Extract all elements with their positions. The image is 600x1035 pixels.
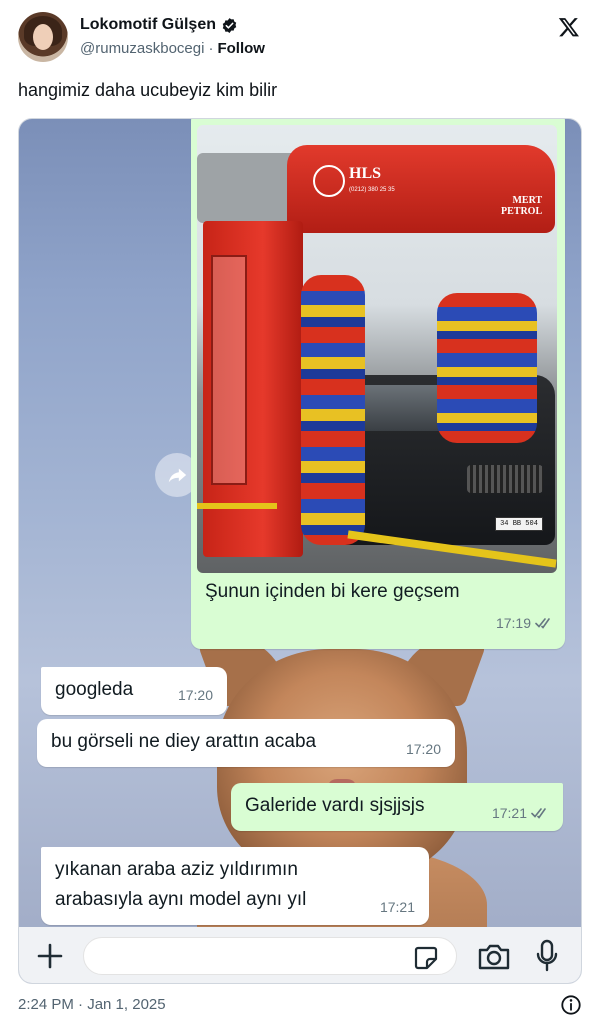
photo-sign-line2: PETROL [501,206,543,217]
brand-logo-icon [313,165,345,197]
message-text: googleda [55,679,134,700]
double-check-icon [535,618,550,629]
separator-dot: · [208,40,214,57]
author-name-row: Lokomotif Gülşen [80,16,238,34]
author-handle[interactable]: @rumuzaskbocegi [80,40,204,57]
message-time: 17:20 [405,741,441,757]
outgoing-message[interactable]: Galeride vardı sjsjjsjs 17:21 [231,783,563,831]
handle-row: @rumuzaskbocegi · Follow [80,40,265,57]
message-text-line1: yıkanan araba aziz yıldırımın [55,859,298,880]
photo-sign: MERT PETROL [501,195,542,217]
incoming-message[interactable]: yıkanan araba aziz yıldırımın arabasıyla… [41,847,429,925]
message-time-text: 17:21 [491,805,527,821]
car-wash-photo[interactable]: HLS (0212) 380 25 35 MERT PETROL 34 BB 5… [197,125,557,573]
forward-icon [168,468,187,483]
photo-phone-text: (0212) 380 25 35 [349,187,395,193]
message-time-text: 17:19 [495,615,531,631]
incoming-message[interactable]: googleda 17:20 [41,667,227,715]
message-text: Galeride vardı sjsjjsjs [245,795,425,816]
outgoing-image-message[interactable]: HLS (0212) 380 25 35 MERT PETROL 34 BB 5… [191,119,565,649]
mic-icon[interactable] [535,939,559,973]
verified-icon [222,17,237,33]
author-display-name[interactable]: Lokomotif Gülşen [80,16,216,34]
tweet-header: Lokomotif Gülşen @rumuzaskbocegi · Follo… [18,12,584,68]
message-text-line2: arabasıyla aynı model aynı yıl [55,889,307,910]
tweet-media[interactable]: HLS (0212) 380 25 35 MERT PETROL 34 BB 5… [18,118,582,984]
license-plate: 34 BB 504 [495,517,543,531]
message-text: bu görseli ne diey arattın acaba [51,731,317,752]
message-input-bar [19,927,581,983]
photo-sign-line1: MERT [512,195,543,206]
message-time: 17:20 [177,687,213,703]
message-input[interactable] [83,937,457,975]
plus-icon[interactable] [35,941,65,971]
avatar[interactable] [18,12,68,62]
info-icon[interactable] [560,994,582,1016]
photo-brand-text: HLS [349,165,382,182]
camera-icon[interactable] [477,943,511,971]
double-check-icon [531,808,546,819]
message-time: 17:19 [496,615,553,631]
incoming-message[interactable]: bu görseli ne diey arattın acaba 17:20 [37,719,455,767]
follow-button[interactable]: Follow [217,40,265,57]
message-time: 17:21 [492,805,549,821]
message-time: 17:21 [379,899,415,915]
x-logo-icon[interactable] [558,16,580,38]
tweet-timestamp[interactable]: 2:24 PM · Jan 1, 2025 [18,996,166,1013]
sticker-icon[interactable] [413,945,439,971]
tweet-text: hangimiz daha ucubeyiz kim bilir [18,80,278,100]
image-caption: Şunun içinden bi kere geçsem [205,581,460,602]
